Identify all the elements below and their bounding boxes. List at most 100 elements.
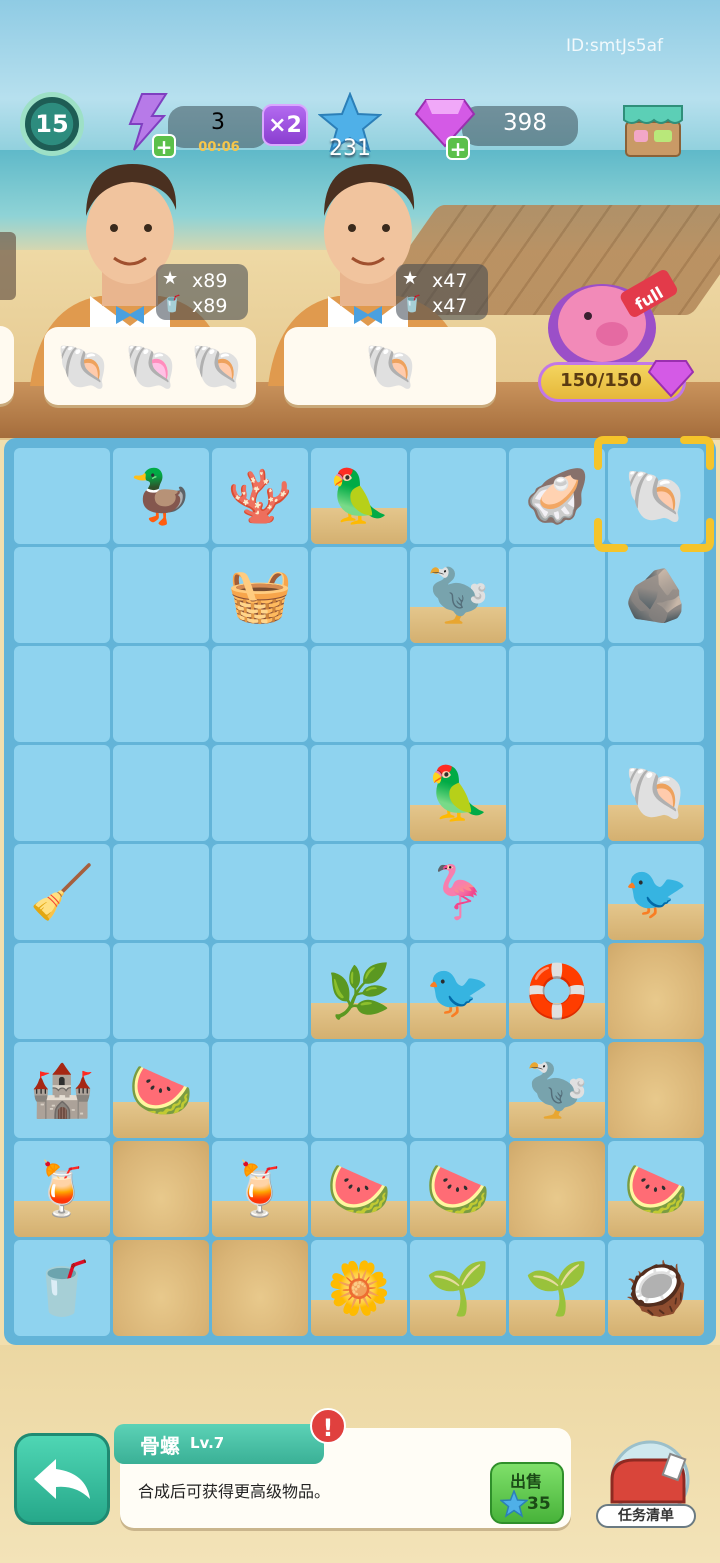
board-item[interactable]: 🍉: [113, 1042, 209, 1138]
board-item[interactable]: 🌱: [410, 1240, 506, 1336]
board-cell[interactable]: [14, 646, 110, 742]
board-item[interactable]: 🍉: [608, 1141, 704, 1237]
alert-icon[interactable]: !: [310, 1408, 346, 1444]
board-item[interactable]: 🍉: [311, 1141, 407, 1237]
board-item[interactable]: 🥥: [608, 1240, 704, 1336]
board-item[interactable]: 🦜: [311, 448, 407, 544]
shop-stall-icon[interactable]: [620, 92, 686, 160]
board-cell[interactable]: [14, 943, 110, 1039]
board-cell[interactable]: [509, 844, 605, 940]
board-cell[interactable]: 🧹: [14, 844, 110, 940]
board-cell[interactable]: 🐦: [608, 844, 704, 940]
board-cell[interactable]: [113, 943, 209, 1039]
board-item[interactable]: 🍉: [410, 1141, 506, 1237]
board-cell[interactable]: 🌱: [509, 1240, 605, 1336]
customer-partial-card: [0, 232, 16, 300]
board-item[interactable]: 🦤: [509, 1042, 605, 1138]
board-item[interactable]: 🛟: [509, 943, 605, 1039]
board-item[interactable]: 🪸: [212, 448, 308, 544]
board-cell[interactable]: [212, 943, 308, 1039]
board-cell[interactable]: [410, 1042, 506, 1138]
reward-juice-count: x47: [432, 295, 468, 317]
board-cell[interactable]: 🌱: [410, 1240, 506, 1336]
board-cell[interactable]: 🐦: [410, 943, 506, 1039]
board-cell[interactable]: [113, 1141, 209, 1237]
board-cell[interactable]: 🥥: [608, 1240, 704, 1336]
board-cell[interactable]: 🦤: [410, 547, 506, 643]
board-cell[interactable]: 🌼: [311, 1240, 407, 1336]
board-cell[interactable]: 🌿: [311, 943, 407, 1039]
board-cell[interactable]: 🪨: [608, 547, 704, 643]
board-cell[interactable]: 🥤: [14, 1240, 110, 1336]
board-cell[interactable]: 🦜: [410, 745, 506, 841]
board-cell[interactable]: 🍉: [608, 1141, 704, 1237]
board-cell[interactable]: 🦪: [509, 448, 605, 544]
board-item[interactable]: 🧹: [14, 844, 110, 940]
board-cell[interactable]: [212, 646, 308, 742]
board-cell[interactable]: [311, 646, 407, 742]
board-cell[interactable]: [113, 745, 209, 841]
board-item[interactable]: 🦤: [410, 547, 506, 643]
board-cell[interactable]: [14, 448, 110, 544]
board-cell[interactable]: [608, 1042, 704, 1138]
board-cell[interactable]: [509, 1141, 605, 1237]
board-cell[interactable]: [113, 547, 209, 643]
board-cell[interactable]: [212, 1240, 308, 1336]
board-cell[interactable]: [410, 448, 506, 544]
board-cell[interactable]: [410, 646, 506, 742]
board-cell[interactable]: [509, 646, 605, 742]
board-item[interactable]: 🪨: [608, 547, 704, 643]
board-item[interactable]: 🦩: [410, 844, 506, 940]
board-cell[interactable]: [14, 547, 110, 643]
board-cell[interactable]: 🦆: [113, 448, 209, 544]
board-cell[interactable]: [311, 745, 407, 841]
board-cell[interactable]: 🍹: [14, 1141, 110, 1237]
board-item[interactable]: 🐦: [410, 943, 506, 1039]
board-item[interactable]: 🏰: [14, 1042, 110, 1138]
board-cell[interactable]: [311, 844, 407, 940]
board-cell[interactable]: 🍉: [311, 1141, 407, 1237]
board-cell[interactable]: 🍹: [212, 1141, 308, 1237]
board-cell[interactable]: 🦩: [410, 844, 506, 940]
board-cell[interactable]: [509, 745, 605, 841]
board-item[interactable]: 🌼: [311, 1240, 407, 1336]
piggy-bank-value: 150/150: [560, 370, 642, 391]
board-cell[interactable]: [212, 1042, 308, 1138]
board-item[interactable]: 🦆: [113, 448, 209, 544]
board-item[interactable]: 🍹: [212, 1141, 308, 1237]
task-list-label[interactable]: 任务清单: [596, 1504, 696, 1528]
customer-order-box[interactable]: 🐚 🐚 🐚: [44, 327, 256, 405]
board-cell[interactable]: 🏰: [14, 1042, 110, 1138]
board-item[interactable]: 🍹: [14, 1141, 110, 1237]
board-cell[interactable]: [113, 646, 209, 742]
board-cell[interactable]: 🦤: [509, 1042, 605, 1138]
board-cell[interactable]: [509, 547, 605, 643]
board-cell[interactable]: [212, 745, 308, 841]
board-item[interactable]: 🧺: [212, 547, 308, 643]
board-cell[interactable]: [113, 1240, 209, 1336]
board-cell[interactable]: 🦜: [311, 448, 407, 544]
board-item[interactable]: 🐚: [608, 745, 704, 841]
back-button[interactable]: [14, 1433, 110, 1525]
energy-multiplier-button[interactable]: ×2: [262, 104, 308, 146]
board-item[interactable]: 🥤: [14, 1240, 110, 1336]
board-item[interactable]: 🌿: [311, 943, 407, 1039]
board-cell[interactable]: [14, 745, 110, 841]
board-cell[interactable]: [608, 943, 704, 1039]
board-cell[interactable]: [113, 844, 209, 940]
board-cell[interactable]: 🪸: [212, 448, 308, 544]
board-cell[interactable]: 🍉: [410, 1141, 506, 1237]
board-item[interactable]: 🦪: [509, 448, 605, 544]
board-cell[interactable]: [212, 844, 308, 940]
board-item[interactable]: 🐦: [608, 844, 704, 940]
board-cell[interactable]: 🐚: [608, 745, 704, 841]
board-item[interactable]: 🦜: [410, 745, 506, 841]
board-cell[interactable]: 🛟: [509, 943, 605, 1039]
board-cell[interactable]: 🍉: [113, 1042, 209, 1138]
customer-order-box[interactable]: 🐚: [284, 327, 496, 405]
board-cell[interactable]: [311, 1042, 407, 1138]
board-cell[interactable]: [608, 646, 704, 742]
board-cell[interactable]: 🧺: [212, 547, 308, 643]
board-item[interactable]: 🌱: [509, 1240, 605, 1336]
board-cell[interactable]: [311, 547, 407, 643]
